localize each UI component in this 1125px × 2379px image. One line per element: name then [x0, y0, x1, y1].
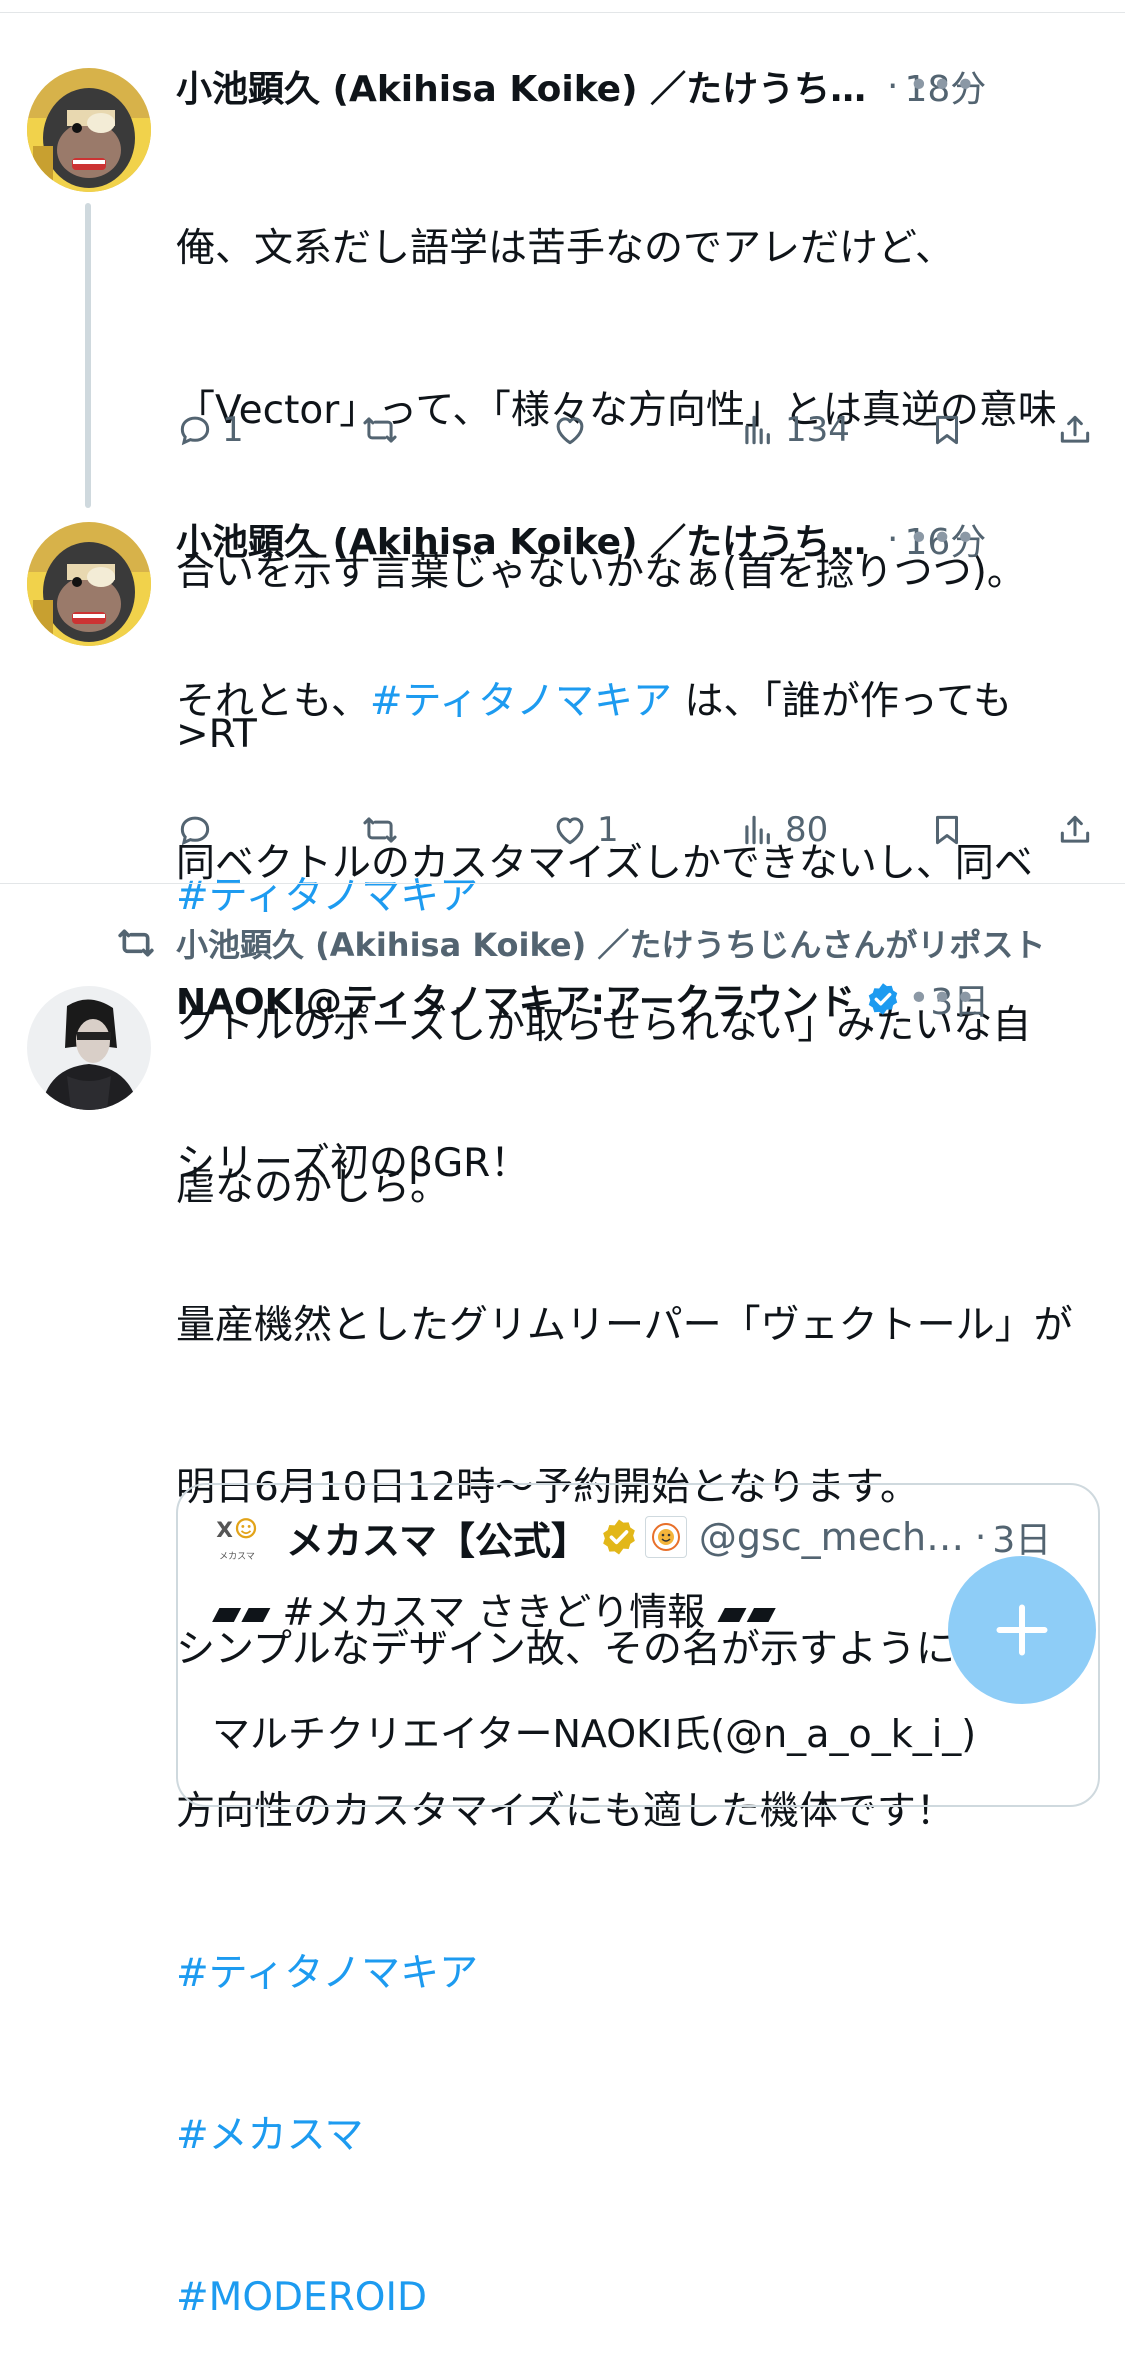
bookmark-icon	[935, 815, 959, 845]
avatar[interactable]	[27, 986, 151, 1110]
reply-icon	[180, 816, 210, 846]
more-options-icon[interactable]: •••	[908, 510, 978, 568]
quoted-tweet-text: ▰▰ #メカスマ さきどり情報 ▰▰	[212, 1590, 776, 1634]
share-icon	[1060, 415, 1090, 443]
share-button[interactable]	[1056, 400, 1094, 460]
hashtag-link[interactable]: #MODEROID	[176, 2271, 1096, 2325]
heart-icon	[556, 817, 584, 845]
gorilla-avatar-image	[27, 522, 151, 646]
heart-icon	[556, 417, 584, 445]
retweet-button[interactable]	[361, 800, 399, 860]
tweet-divider	[0, 883, 1125, 884]
reply-icon	[180, 416, 210, 446]
naoki-avatar-image	[27, 986, 151, 1110]
plus-icon	[996, 1604, 1048, 1656]
compose-button[interactable]	[948, 1556, 1096, 1704]
bookmark-icon	[935, 415, 959, 445]
bookmark-button[interactable]	[928, 400, 966, 460]
svg-text:X: X	[216, 1518, 233, 1543]
quoted-author-handle[interactable]: @gsc_mechasuma	[699, 1515, 969, 1559]
views-icon	[745, 815, 770, 845]
gold-verified-badge-icon	[603, 1519, 635, 1555]
tweet-header: 小池顕久 (Akihisa Koike) ／たけうちじんさん · 18分 •••	[176, 57, 996, 115]
quoted-tweet-text: マルチクリエイターNAOKI氏(@n_a_o_k_i_)	[212, 1712, 977, 1756]
avatar[interactable]	[27, 522, 151, 646]
like-button[interactable]: 1	[551, 800, 619, 860]
share-button[interactable]	[1056, 800, 1094, 860]
more-options-icon[interactable]: •••	[908, 57, 978, 115]
gorilla-avatar-image	[27, 68, 151, 192]
hashtag-link[interactable]: #メカスマ	[176, 2109, 1096, 2163]
retweet-icon	[363, 417, 397, 443]
views-button[interactable]: 80	[739, 800, 828, 860]
verified-badge-icon	[868, 983, 898, 1015]
bookmark-button[interactable]	[928, 800, 966, 860]
affiliate-badge-icon	[644, 1516, 687, 1558]
share-icon	[1060, 815, 1090, 843]
author-name[interactable]: NAOKI@ティタノマキア:アークラウンド	[176, 973, 855, 1025]
reply-button[interactable]: 1	[176, 400, 244, 460]
like-button[interactable]	[551, 400, 589, 460]
avatar[interactable]	[27, 68, 151, 192]
tweet-actions: 1 80	[176, 800, 1106, 860]
top-divider	[0, 12, 1125, 13]
views-icon	[745, 415, 770, 445]
quoted-tweet-header: X メカスマ メカスマ【公式】 @gsc_mechasuma · 3日	[212, 1507, 1082, 1567]
more-options-icon[interactable]: •••	[908, 970, 978, 1028]
quoted-author-name[interactable]: メカスマ【公式】	[286, 1510, 589, 1565]
views-button[interactable]: 134	[739, 400, 850, 460]
thread-line	[85, 203, 91, 508]
author-name[interactable]: 小池顕久 (Akihisa Koike) ／たけうちじんさん	[176, 513, 881, 565]
author-name[interactable]: 小池顕久 (Akihisa Koike) ／たけうちじんさん	[176, 60, 881, 112]
tweet-header: 小池顕久 (Akihisa Koike) ／たけうちじんさん · 16分 •••	[176, 510, 996, 568]
reply-button[interactable]	[176, 800, 214, 860]
repost-indicator[interactable]: 小池顕久 (Akihisa Koike) ／たけうちじんさんがリポスト	[116, 918, 1045, 968]
tweet-header: NAOKI@ティタノマキア:アークラウンド · 3日 •••	[176, 970, 996, 1028]
hashtag-link[interactable]: #ティタノマキア	[176, 1947, 1096, 2001]
retweet-button[interactable]	[361, 400, 399, 460]
hashtag-link[interactable]: #ティタノマキア	[370, 679, 672, 724]
mechasuma-logo: X メカスマ	[216, 1518, 257, 1562]
retweet-icon	[363, 817, 397, 843]
tweet-actions: 1 134	[176, 400, 1106, 460]
retweet-icon	[118, 929, 154, 957]
